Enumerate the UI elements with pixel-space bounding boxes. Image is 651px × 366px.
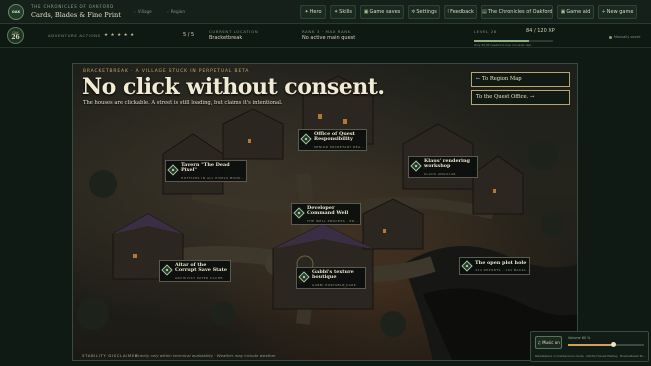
feedback-button[interactable]: !Feedback: [444, 5, 477, 19]
hotspot-subtitle: KLAUS ANGULAR: [424, 172, 457, 176]
hotspot-subtitle: GABBI PORTABLE CARE: [312, 283, 357, 287]
hotspot-title: Office of Quest Responsibility: [314, 131, 355, 143]
stability-disclaimer: STABILITY DISCLAIMER Gravity only within…: [73, 348, 577, 360]
action-stars: ★ ★ ★ ★ ★: [104, 33, 135, 38]
diamond-marker-icon: [161, 264, 173, 276]
hotspot-rendering-workshop[interactable]: Klaus' rendering workshop KLAUS ANGULAR: [408, 156, 478, 178]
skills-icon: ✦: [333, 9, 339, 15]
hero-icon: ✦: [304, 9, 309, 15]
adventure-actions-count: 5 / 5: [183, 32, 195, 38]
hotspot-command-well[interactable]: Developer Command Well THE WELL PROCESS …: [291, 203, 361, 225]
hotspot-texture-boutique[interactable]: Gabbi's texture boutique GABBI PORTABLE …: [296, 267, 366, 289]
hotspot-title: The open plot hole: [475, 260, 527, 266]
music-player: ♫ Music on Volume 60 % Marketplace in ma…: [530, 331, 649, 362]
new-game-button[interactable]: +New game: [598, 5, 637, 19]
status-bar: DAY 26 ADVENTURE ACTIONS ★ ★ ★ ★ ★ 5 / 5…: [0, 25, 651, 48]
volume-fill: [568, 344, 614, 346]
scene-headline: No click without consent.: [82, 74, 385, 100]
feedback-icon: !: [447, 9, 450, 15]
plus-icon: +: [601, 9, 606, 15]
diamond-marker-icon: [298, 271, 310, 283]
game-aid-button[interactable]: ▣Game aid: [557, 5, 594, 19]
save-icon: ▣: [363, 9, 369, 15]
hotspot-title: Klaus' rendering workshop: [424, 158, 470, 170]
hotspot-plot-hole[interactable]: The open plot hole 314 REPORTS · 101 BAC…: [459, 257, 530, 275]
breadcrumb-village[interactable]: ‹ Village: [134, 9, 152, 14]
xp-progress-bar: [474, 40, 553, 42]
xp-value: 84 / 120 XP: [526, 28, 555, 34]
chevron-left-icon: ‹: [134, 9, 136, 14]
book-icon: ▤: [482, 9, 487, 15]
location-label: CURRENT LOCATION: [209, 29, 259, 34]
scene-description: The houses are clickable. A street is st…: [83, 100, 283, 106]
volume-label: Volume 60 %: [568, 336, 591, 340]
settings-button[interactable]: ✲Settings: [408, 5, 440, 19]
disclaimer-label: STABILITY DISCLAIMER: [82, 353, 139, 358]
hotspot-subtitle: HOTFIXES IN ALL PIXELS BOOK...: [181, 176, 246, 180]
main-quest-status: No active main quest: [302, 35, 356, 41]
hotspot-quest-office[interactable]: Office of Quest Responsibility SENIOR SE…: [298, 129, 367, 151]
location-value: Bracketbreak: [209, 35, 243, 41]
hotspot-title: Tavern "The Dead Pixel": [181, 162, 230, 174]
hotspot-tavern[interactable]: Tavern "The Dead Pixel" HOTFIXES IN ALL …: [165, 160, 247, 182]
volume-slider[interactable]: [568, 344, 644, 346]
diamond-marker-icon: [300, 133, 312, 145]
hotspot-subtitle: ARCHIVIST PATER CACHE: [175, 276, 223, 280]
hotspot-subtitle: 314 REPORTS · 101 BACKL...: [475, 268, 531, 272]
adventure-actions-label: ADVENTURE ACTIONS: [48, 33, 101, 38]
region-map-link[interactable]: ← To Region Map: [471, 72, 570, 87]
disclaimer-text: Gravity only within technical availabili…: [135, 353, 276, 358]
now-playing-text: Marketplace in maintenance mode · Oakfor…: [535, 354, 646, 358]
volume-slider-handle[interactable]: [611, 342, 617, 347]
game-logo[interactable]: OAK: [8, 4, 24, 20]
day-badge: DAY 26: [7, 27, 24, 44]
diamond-marker-icon: [410, 160, 422, 172]
hotspot-subtitle: SENIOR SECRETARY REA...: [314, 145, 365, 149]
save-status-dot: [609, 36, 612, 39]
diamond-marker-icon: [167, 164, 179, 176]
breadcrumb-region[interactable]: ‹ Region: [167, 9, 185, 14]
diamond-marker-icon: [461, 260, 473, 272]
hotspot-subtitle: THE WELL PROCESS · ER...: [307, 219, 359, 223]
hotspot-save-state-altar[interactable]: Altar of the Corrupt Save State ARCHIVIS…: [159, 260, 231, 282]
game-saves-button[interactable]: ▣Game saves: [360, 5, 404, 19]
xp-progress-fill: [474, 40, 530, 42]
help-icon: ▣: [560, 9, 566, 15]
xp-note: Only 36 XP needed to rise. (no level cap…: [474, 43, 532, 47]
rank-label: RANK 3 · MAX RANK: [302, 29, 351, 34]
chronicles-button[interactable]: ▤The Chronicles of Oakford: [481, 5, 553, 19]
save-status: Manually saved: [614, 35, 641, 39]
skills-button[interactable]: ✦Skills: [330, 5, 356, 19]
top-bar: OAK THE CHRONICLES OF OAKFORD Cards, Bla…: [0, 0, 651, 24]
diamond-marker-icon: [293, 207, 305, 219]
chevron-left-icon: ‹: [167, 9, 169, 14]
hotspot-title: Altar of the Corrupt Save State: [175, 262, 227, 274]
hotspot-title: Gabbi's texture boutique: [312, 269, 354, 281]
hero-button[interactable]: ✦Hero: [300, 5, 326, 19]
hotspot-title: Developer Command Well: [307, 205, 349, 217]
gear-icon: ✲: [411, 9, 416, 15]
level-label: LEVEL 26: [474, 29, 497, 34]
village-map: BRACKETBREAK · A VILLAGE STUCK IN PERPET…: [72, 63, 578, 361]
music-toggle-button[interactable]: ♫ Music on: [535, 336, 562, 349]
app-subtitle: THE CHRONICLES OF OAKFORD: [31, 4, 114, 9]
quest-office-link[interactable]: To the Quest Office. →: [471, 90, 570, 105]
app-title: Cards, Blades & Fine Print: [31, 10, 121, 19]
